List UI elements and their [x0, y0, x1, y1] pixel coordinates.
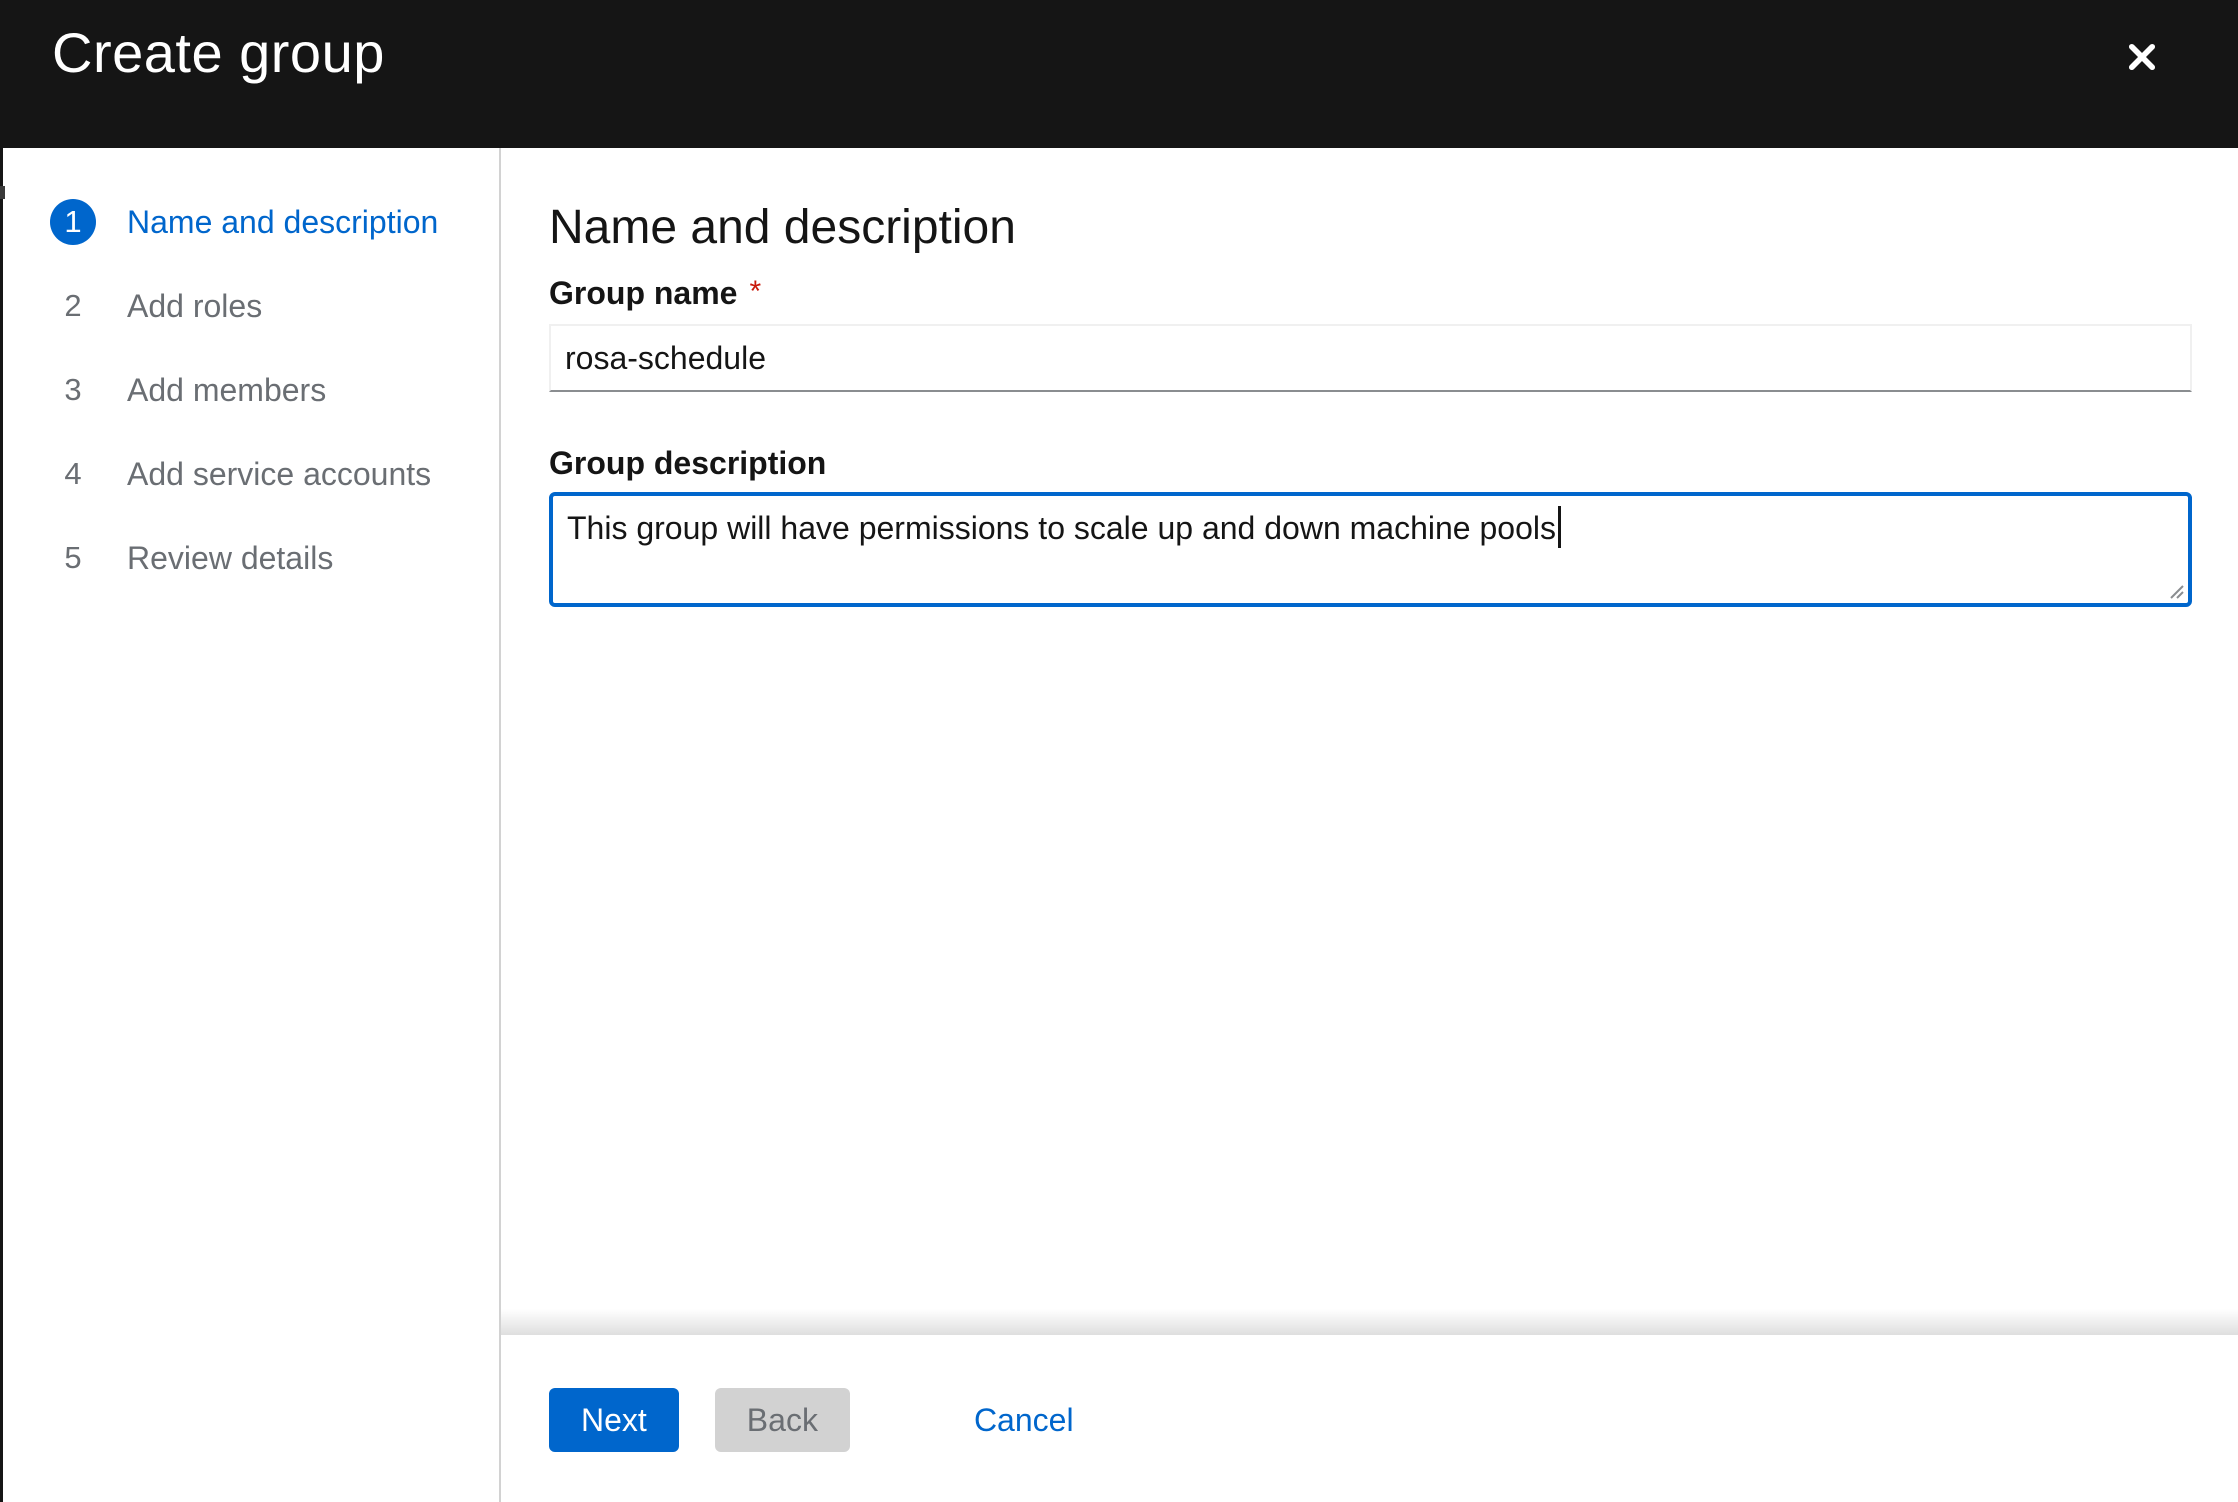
wizard-content: Name and description Group name* Group d…	[501, 148, 2238, 1335]
step-4-label: Add service accounts	[127, 456, 431, 493]
group-name-label: Group name*	[549, 272, 2192, 316]
step-2-label: Add roles	[127, 288, 262, 325]
close-button[interactable]	[2114, 29, 2170, 85]
step-name-and-description[interactable]: 1 Name and description	[0, 180, 499, 264]
close-icon	[2125, 40, 2159, 74]
backdrop-left-sliver	[0, 0, 3, 1502]
group-description-text: This group will have permissions to scal…	[567, 510, 1556, 546]
step-3-indicator: 3	[50, 367, 96, 413]
step-4-indicator: 4	[50, 451, 96, 497]
page-title: Name and description	[549, 200, 2192, 256]
step-5-label: Review details	[127, 540, 333, 577]
wizard-title: Create group	[52, 20, 385, 85]
step-add-service-accounts[interactable]: 4 Add service accounts	[0, 432, 499, 516]
text-cursor	[1558, 506, 1561, 548]
group-description-label: Group description	[549, 442, 2192, 484]
wizard-footer: Next Back Cancel	[501, 1335, 2238, 1502]
group-name-input[interactable]	[549, 324, 2192, 392]
step-1-indicator: 1	[50, 199, 96, 245]
step-1-label: Name and description	[127, 204, 438, 241]
backdrop-notch	[0, 186, 5, 199]
wizard-body: 1 Name and description 2 Add roles 3 Add…	[0, 148, 2238, 1502]
resize-grip-icon[interactable]	[2166, 581, 2186, 601]
step-review-details[interactable]: 5 Review details	[0, 516, 499, 600]
step-3-label: Add members	[127, 372, 326, 409]
wizard-main: Name and description Group name* Group d…	[501, 148, 2238, 1502]
create-group-wizard-modal: Create group 1 Name and description 2 Ad…	[0, 0, 2238, 1502]
next-button[interactable]: Next	[549, 1388, 679, 1452]
wizard-header: Create group	[0, 0, 2238, 148]
cancel-button[interactable]: Cancel	[974, 1388, 1074, 1452]
group-description-textarea[interactable]: This group will have permissions to scal…	[549, 492, 2192, 607]
step-add-roles[interactable]: 2 Add roles	[0, 264, 499, 348]
back-button[interactable]: Back	[715, 1388, 850, 1452]
wizard-step-nav: 1 Name and description 2 Add roles 3 Add…	[0, 148, 501, 1502]
required-asterisk: *	[749, 275, 761, 308]
step-add-members[interactable]: 3 Add members	[0, 348, 499, 432]
step-2-indicator: 2	[50, 283, 96, 329]
step-5-indicator: 5	[50, 535, 96, 581]
